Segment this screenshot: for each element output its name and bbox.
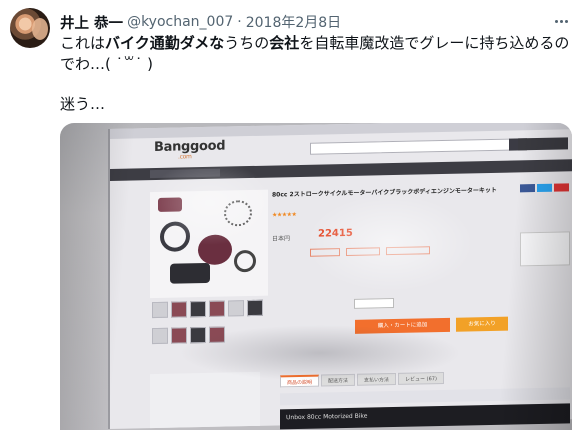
tweet-photo[interactable]: Banggood .com 80cc 2ストロークサイクルモーターバイクブラック… [60, 123, 572, 430]
share-sidebar [520, 183, 572, 334]
product-tabs: 商品の説明 配送方法 支払い方法 レビュー (67) [280, 371, 444, 388]
site-logo: Banggood .com [154, 138, 226, 161]
tweet-text-line-3: 迷う… [60, 95, 106, 113]
user-handle[interactable]: @kyochan_007 [127, 14, 233, 30]
related-products [150, 371, 260, 429]
side-info-box [520, 231, 570, 267]
product-video: Unbox 80cc Motorized Bike [280, 403, 570, 430]
search-input [310, 138, 527, 155]
more-options-icon[interactable] [552, 12, 570, 30]
tab-payment: 支払い方法 [357, 372, 397, 386]
cart-button [518, 137, 568, 151]
tab-shipping: 配送方法 [321, 373, 356, 387]
quantity-stepper [354, 298, 394, 309]
rating-stars: ★★★★★ [272, 211, 297, 219]
tweet-text: これはバイク通勤ダメなうちの会社を自転車魔改造でグレーに持ち込めるの でわ…( … [60, 33, 572, 115]
product-main-image [150, 189, 268, 299]
tweet-text-line-2: でわ…( ˙꒳˙ ) [60, 55, 153, 73]
category-menu [150, 168, 220, 179]
tweet-text-line-1: これはバイク通勤ダメなうちの会社を自転車魔改造でグレーに持ち込めるの [60, 34, 570, 52]
separator-dot: · [237, 14, 242, 30]
wishlist-button: お気に入り [456, 316, 508, 332]
tweet-header: 井上 恭一 @kyochan_007 · 2018年2月8日 [60, 12, 341, 32]
video-caption: Unbox 80cc Motorized Bike [286, 412, 368, 422]
thumbnail-strip [150, 298, 268, 352]
site-topbar [110, 123, 572, 139]
display-name[interactable]: 井上 恭一 [60, 12, 123, 33]
coupon-tag [386, 246, 430, 256]
price-currency: 日本円 [272, 235, 291, 243]
add-to-cart-button: 購入・カートに追加 [355, 317, 450, 334]
tab-description: 商品の説明 [280, 374, 320, 388]
tab-reviews: レビュー (67) [398, 371, 444, 385]
description-heading [280, 387, 570, 406]
product-price: 22415 [318, 227, 353, 240]
tweet-date[interactable]: 2018年2月8日 [246, 12, 341, 32]
monitor-screen: Banggood .com 80cc 2ストロークサイクルモーターバイクブラック… [108, 123, 572, 430]
coupon-tag [310, 248, 340, 257]
tweet: 井上 恭一 @kyochan_007 · 2018年2月8日 これはバイク通勤ダ… [0, 0, 584, 430]
product-title: 80cc 2ストロークサイクルモーターバイクブラックボディエンジンモーターキット [272, 186, 497, 199]
coupon-tag [346, 247, 380, 257]
avatar[interactable] [10, 8, 50, 48]
site-navbar [110, 159, 572, 181]
social-share-icons [520, 183, 572, 193]
